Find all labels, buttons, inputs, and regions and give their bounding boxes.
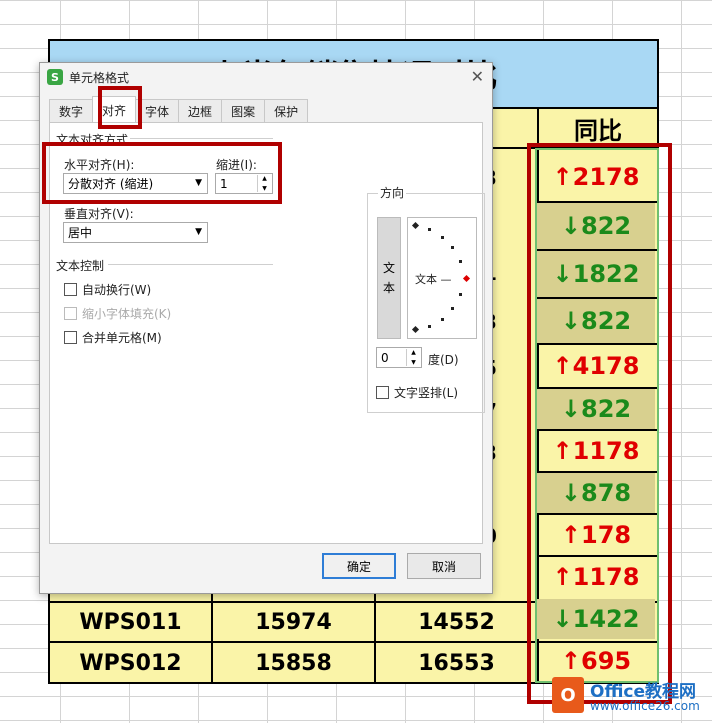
vertical-align-value: 居中	[68, 226, 93, 240]
wrap-text-checkbox[interactable]: 自动换行(W)	[64, 281, 151, 298]
dial-dot	[459, 260, 462, 263]
dial-marker	[411, 221, 420, 230]
shrink-to-fit-checkbox: 缩小字体填充(K)	[64, 305, 171, 322]
watermark-url: www.office26.com	[590, 699, 700, 713]
tab-pattern[interactable]: 图案	[221, 99, 266, 123]
highlight-frame-yoy	[527, 143, 672, 704]
cell-first-half[interactable]: 15858	[213, 643, 374, 683]
checkbox-box[interactable]	[376, 386, 389, 399]
degree-stepper[interactable]: 0 ▲ ▼	[376, 347, 422, 368]
checkbox-box[interactable]	[64, 283, 77, 296]
dial-marker-active	[462, 274, 471, 283]
vertical-text-char: 本	[382, 281, 395, 295]
degree-label: 度(D)	[428, 353, 459, 367]
degree-value: 0	[381, 350, 389, 365]
shrink-to-fit-label: 缩小字体填充(K)	[82, 307, 172, 321]
dial-text: 文本 —	[415, 273, 452, 286]
cell-id[interactable]: WPS012	[50, 643, 211, 683]
cancel-button[interactable]: 取消	[407, 553, 481, 579]
cell-second-half[interactable]: 14552	[376, 603, 537, 641]
cell-first-half[interactable]: 15974	[213, 603, 374, 641]
tab-number[interactable]: 数字	[49, 99, 94, 123]
vertical-align-select[interactable]: 居中 ▼	[63, 222, 208, 243]
dial-dot	[441, 318, 444, 321]
close-icon[interactable]: ✕	[471, 67, 484, 86]
vertical-stack-label: 文字竖排(L)	[394, 386, 459, 400]
dial-dot	[428, 228, 431, 231]
tab-border[interactable]: 边框	[178, 99, 223, 123]
dial-dot	[428, 325, 431, 328]
vertical-text-char: 文	[382, 261, 395, 275]
merge-cells-checkbox[interactable]: 合并单元格(M)	[64, 329, 162, 346]
dialog-tabs: 数字 对齐 字体 边框 图案 保护	[49, 96, 309, 123]
dial-dot	[441, 236, 444, 239]
tab-protection[interactable]: 保护	[264, 99, 309, 123]
highlight-frame-horizontal	[42, 142, 282, 204]
chevron-down-icon: ▼	[195, 227, 202, 237]
cell-id[interactable]: WPS011	[50, 603, 211, 641]
orientation-group: 方向 文 本 文本 — 0 ▲ ▼ 度(D) 文字竖排(L)	[367, 184, 485, 413]
text-control-section-label: 文本控制	[56, 259, 105, 273]
highlight-frame-tab	[98, 86, 142, 129]
watermark: O Office教程网 www.office26.com	[552, 673, 712, 723]
vertical-stack-checkbox[interactable]: 文字竖排(L)	[376, 384, 458, 401]
spin-arrows-icon[interactable]: ▲ ▼	[406, 349, 420, 366]
orientation-dial[interactable]: 文本 —	[407, 217, 477, 339]
divider	[130, 138, 273, 139]
dial-dot	[459, 293, 462, 296]
divider	[108, 264, 273, 265]
cell-second-half[interactable]: 16553	[376, 643, 537, 683]
orientation-label: 方向	[378, 184, 407, 201]
dial-dot	[451, 307, 454, 310]
dial-marker	[411, 325, 420, 334]
merge-cells-label: 合并单元格(M)	[82, 331, 162, 345]
checkbox-box[interactable]	[64, 331, 77, 344]
vertical-text-button[interactable]: 文 本	[377, 217, 401, 339]
wrap-text-label: 自动换行(W)	[82, 283, 152, 297]
dialog-title: 单元格格式	[69, 70, 130, 85]
office-logo-icon: O	[552, 677, 584, 713]
checkbox-box	[64, 307, 77, 320]
ok-button[interactable]: 确定	[322, 553, 396, 579]
vertical-align-label: 垂直对齐(V):	[64, 207, 134, 221]
header-yoy[interactable]: 同比	[539, 109, 657, 147]
dial-dot	[451, 246, 454, 249]
wps-app-icon: S	[47, 69, 63, 85]
